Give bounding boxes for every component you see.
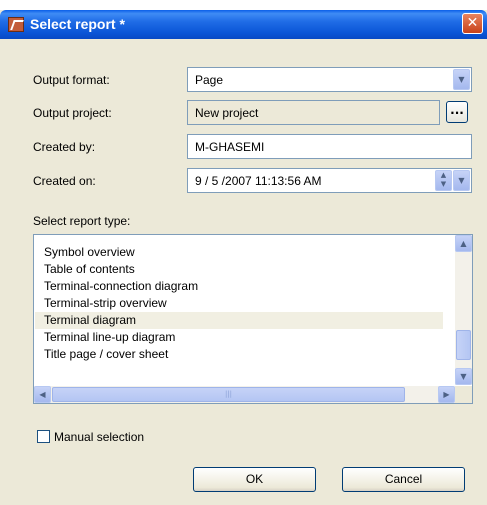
browse-project-button[interactable]: ... [446, 101, 468, 123]
list-item[interactable]: Table of contents [44, 261, 444, 278]
list-item[interactable]: Symbol overview [44, 244, 444, 261]
output-format-select[interactable]: Page ▼ [187, 67, 472, 92]
list-item[interactable]: Terminal line-up diagram [44, 329, 444, 346]
cancel-button[interactable]: Cancel [342, 467, 465, 492]
vertical-scroll-thumb[interactable] [456, 330, 471, 360]
list-item-selected[interactable]: Terminal diagram [35, 312, 443, 329]
manual-selection-label: Manual selection [54, 430, 145, 444]
chevron-down-icon[interactable]: ▼ [453, 69, 470, 90]
scroll-corner [455, 386, 472, 403]
scroll-left-icon[interactable]: ◀ [34, 386, 51, 403]
scroll-up-icon[interactable]: ▲ [455, 235, 472, 252]
list-item[interactable]: Terminal-strip overview [44, 295, 444, 312]
select-report-dialog: Select report * ✕ Output format: Page ▼ … [0, 10, 487, 505]
list-item[interactable]: Title page / cover sheet [44, 346, 444, 363]
output-project-label: Output project: [33, 106, 112, 120]
report-type-label: Select report type: [33, 214, 131, 228]
list-item[interactable]: Terminal-connection diagram [44, 278, 444, 295]
dialog-title: Select report * [30, 16, 125, 32]
spinner-icon[interactable]: ▲ ▼ [435, 170, 452, 191]
title-bar[interactable]: Select report * ✕ [0, 10, 487, 39]
horizontal-scrollbar[interactable]: ◀ ||| ▶ [34, 386, 456, 403]
manual-selection-checkbox[interactable] [37, 430, 50, 443]
report-app-icon [8, 17, 24, 32]
output-project-value: New project [195, 106, 259, 120]
horizontal-scroll-thumb[interactable]: ||| [52, 387, 405, 402]
ok-button[interactable]: OK [193, 467, 316, 492]
created-on-datetime[interactable]: 9 / 5 /2007 11:13:56 AM ▲ ▼ ▼ [187, 168, 472, 193]
scroll-down-icon[interactable]: ▼ [455, 368, 472, 385]
scroll-right-icon[interactable]: ▶ [438, 386, 455, 403]
report-type-list[interactable]: Symbol overview Table of contents Termin… [33, 234, 473, 404]
created-by-value: M-GHASEMI [195, 140, 265, 154]
chevron-down-icon[interactable]: ▼ [453, 170, 470, 191]
created-on-value: 9 / 5 /2007 11:13:56 AM [195, 174, 322, 188]
close-button[interactable]: ✕ [462, 13, 483, 34]
created-by-field[interactable]: M-GHASEMI [187, 134, 472, 159]
vertical-scrollbar[interactable]: ▲ ▼ [455, 235, 472, 385]
output-format-label: Output format: [33, 73, 110, 87]
output-format-value: Page [195, 73, 224, 87]
created-on-label: Created on: [33, 174, 96, 188]
close-icon: ✕ [466, 15, 479, 31]
output-project-field: New project [187, 100, 440, 125]
created-by-label: Created by: [33, 140, 96, 154]
